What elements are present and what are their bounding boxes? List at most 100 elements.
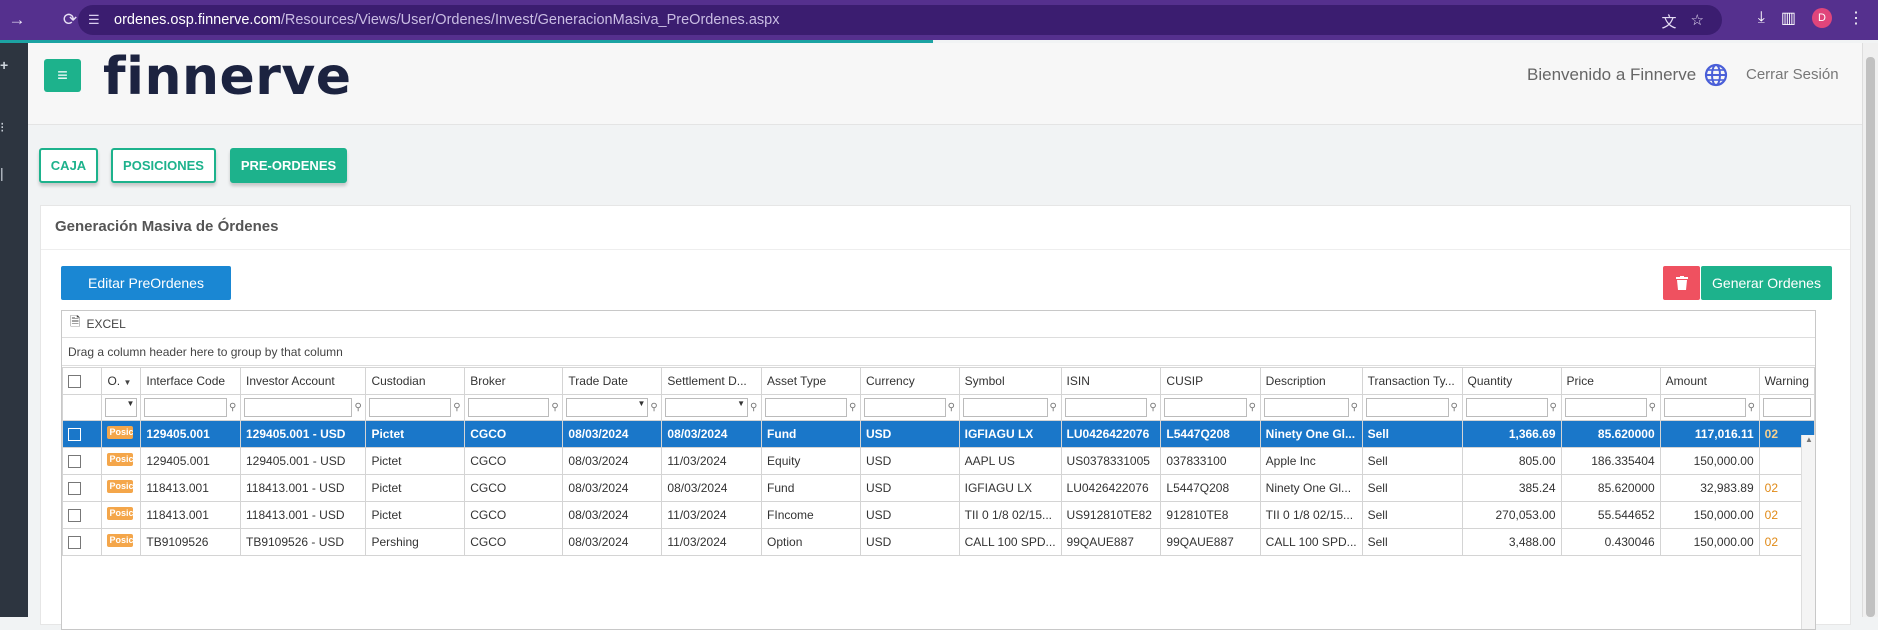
filter-icon[interactable]: ⚲	[1550, 402, 1558, 413]
table-row[interactable]: Posición 118413.001118413.001 - USDPictet…	[62, 501, 1815, 529]
tab-pre-ordenes[interactable]: PRE-ORDENES	[230, 148, 347, 183]
filter-icon[interactable]: ⚲	[229, 402, 237, 413]
row-checkbox[interactable]	[68, 455, 81, 469]
filter-cell[interactable]: ⚲	[860, 394, 960, 421]
forward-icon[interactable]: →	[2, 5, 32, 35]
column-header[interactable]: Amount	[1659, 367, 1760, 395]
column-header[interactable]: CUSIP	[1160, 367, 1261, 395]
filter-icon[interactable]: ⚲	[1748, 402, 1756, 413]
plus-icon[interactable]: +	[0, 57, 8, 73]
filter-cell[interactable]: ⚲	[958, 394, 1062, 421]
filter-icon[interactable]: ⚲	[453, 402, 461, 413]
translate-icon[interactable]: 文	[1662, 11, 1677, 32]
filter-cell[interactable]: ⚲	[239, 394, 367, 421]
filter-cell[interactable]: ⚲	[1259, 394, 1363, 421]
row-select-cell[interactable]	[62, 420, 103, 448]
filter-input[interactable]	[144, 398, 227, 417]
filter-icon[interactable]: ⚲	[849, 402, 857, 413]
filter-cell[interactable]: ⚲	[140, 394, 241, 421]
filter-input[interactable]	[468, 398, 550, 417]
filter-input[interactable]	[1064, 398, 1148, 417]
excel-export-button[interactable]: EXCEL	[86, 317, 125, 331]
profile-avatar[interactable]: D	[1812, 8, 1832, 28]
table-row[interactable]: Posición 129405.001129405.001 - USDPictet…	[62, 420, 1815, 448]
column-header[interactable]: Transaction Ty...	[1361, 367, 1463, 395]
table-row[interactable]: Posición 118413.001118413.001 - USDPictet…	[62, 474, 1815, 502]
row-select-cell[interactable]	[62, 474, 103, 502]
filter-icon[interactable]: ⚲	[354, 402, 362, 413]
edit-preordenes-button[interactable]: Editar PreOrdenes	[61, 266, 231, 300]
rail-icon[interactable]: ⁝	[0, 119, 4, 136]
side-panel-icon[interactable]: ▥	[1781, 8, 1796, 28]
select-all-header[interactable]	[62, 367, 103, 395]
column-header[interactable]: Quantity	[1461, 367, 1562, 395]
filter-cell[interactable]: ⚲	[1160, 394, 1261, 421]
filter-dropdown[interactable]: ▼	[105, 398, 138, 417]
row-checkbox[interactable]	[68, 482, 81, 496]
column-header[interactable]: Custodian	[365, 367, 466, 395]
filter-icon[interactable]: ⚲	[948, 402, 956, 413]
filter-cell[interactable]: ⚲	[365, 394, 466, 421]
filter-input[interactable]	[1263, 398, 1349, 417]
more-menu-icon[interactable]: ⋮	[1848, 8, 1864, 28]
row-checkbox[interactable]	[68, 509, 81, 523]
filter-input[interactable]	[864, 398, 946, 417]
date-filter-input[interactable]: ▼	[566, 398, 649, 417]
filter-icon[interactable]: ⚲	[551, 402, 559, 413]
globe-icon[interactable]	[1704, 63, 1728, 87]
filter-input[interactable]	[1465, 398, 1548, 417]
filter-input[interactable]	[369, 398, 452, 417]
filter-input[interactable]	[1762, 398, 1811, 417]
filter-input[interactable]	[765, 398, 848, 417]
filter-cell[interactable]: ⚲	[1060, 394, 1162, 421]
column-header[interactable]: O. ▼	[101, 367, 142, 395]
column-header[interactable]: Interface Code	[140, 367, 241, 395]
column-header[interactable]: Settlement D...	[661, 367, 763, 395]
column-header[interactable]: Description	[1259, 367, 1363, 395]
select-all-checkbox[interactable]	[68, 375, 81, 389]
filter-cell[interactable]: ⚲	[1461, 394, 1562, 421]
filter-icon[interactable]: ⚲	[1649, 402, 1657, 413]
filter-input[interactable]	[962, 398, 1048, 417]
filter-input[interactable]	[1164, 398, 1247, 417]
delete-button[interactable]	[1663, 266, 1700, 300]
filter-cell[interactable]: ▼ ⚲	[661, 394, 763, 421]
column-header[interactable]: Broker	[464, 367, 564, 395]
filter-cell[interactable]	[1758, 394, 1815, 421]
column-header[interactable]: ISIN	[1060, 367, 1162, 395]
table-row[interactable]: Posición 129405.001129405.001 - USDPictet…	[62, 447, 1815, 475]
filter-icon[interactable]: ⚲	[650, 402, 658, 413]
filter-input[interactable]	[1663, 398, 1746, 417]
logout-link[interactable]: Cerrar Sesión	[1746, 66, 1839, 83]
filter-cell[interactable]: ⚲	[1659, 394, 1760, 421]
filter-cell[interactable]: ▼	[101, 394, 142, 421]
address-bar[interactable]: ☰ ordenes.osp.finnerve.com/Resources/Vie…	[78, 5, 1722, 35]
column-header[interactable]: Warning	[1758, 367, 1815, 395]
column-header[interactable]: Currency	[860, 367, 960, 395]
site-settings-icon[interactable]: ☰	[88, 12, 104, 28]
excel-icon[interactable]: 🗎	[70, 313, 80, 335]
filter-cell[interactable]: ▼ ⚲	[562, 394, 663, 421]
row-select-cell[interactable]	[62, 447, 103, 475]
filter-cell[interactable]: ⚲	[1361, 394, 1463, 421]
filter-icon[interactable]: ⚲	[1050, 402, 1058, 413]
row-checkbox[interactable]	[68, 428, 81, 442]
bookmark-star-icon[interactable]: ☆	[1691, 11, 1704, 32]
table-row[interactable]: Posición TB9109526TB9109526 - USDPershing…	[62, 528, 1815, 556]
filter-input[interactable]	[1365, 398, 1449, 417]
tab-posiciones[interactable]: POSICIONES	[111, 148, 216, 183]
filter-input[interactable]	[1564, 398, 1647, 417]
page-scrollbar[interactable]	[1862, 43, 1878, 617]
row-select-cell[interactable]	[62, 528, 103, 556]
row-checkbox[interactable]	[68, 536, 81, 550]
filter-icon[interactable]: ⚲	[1451, 402, 1459, 413]
filter-icon[interactable]: ⚲	[1249, 402, 1257, 413]
column-header[interactable]: Price	[1560, 367, 1661, 395]
filter-cell[interactable]: ⚲	[1560, 394, 1661, 421]
column-header[interactable]: Asset Type	[761, 367, 862, 395]
filter-cell[interactable]: ⚲	[761, 394, 862, 421]
rail-icon-2[interactable]: |	[0, 165, 4, 181]
date-filter-input[interactable]: ▼	[665, 398, 749, 417]
hamburger-menu-button[interactable]: ≡	[44, 59, 81, 92]
filter-input[interactable]	[244, 398, 353, 417]
